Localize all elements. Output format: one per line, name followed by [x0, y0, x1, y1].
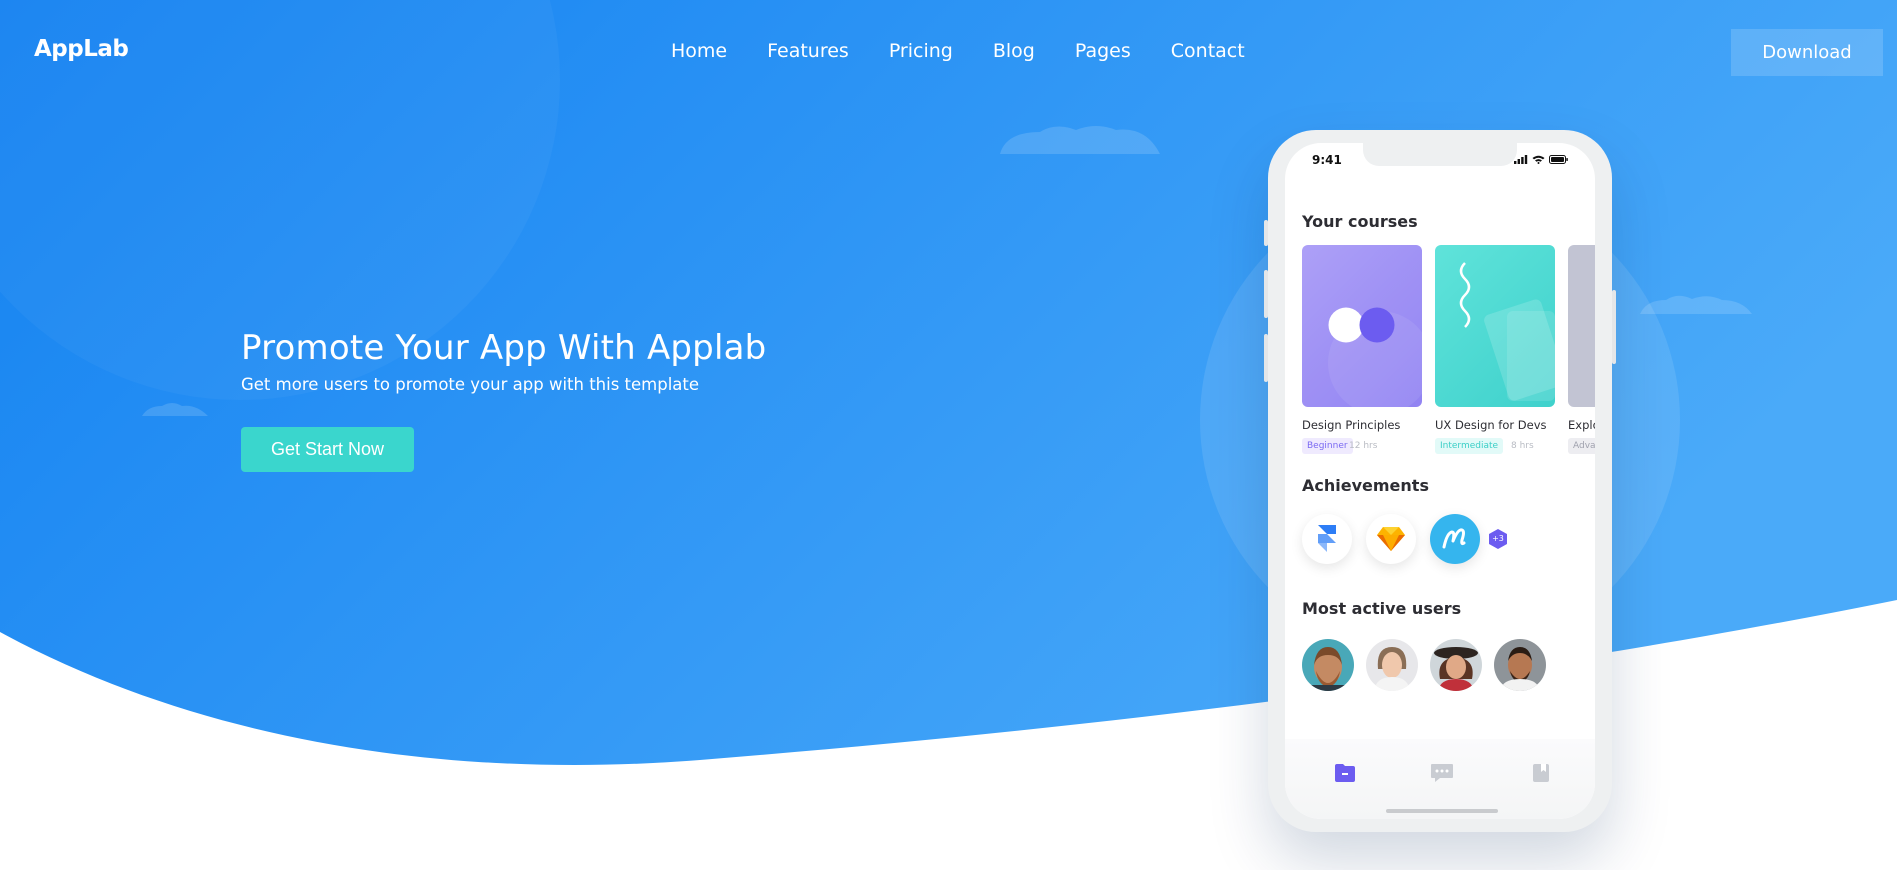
site-logo[interactable]: AppLab — [34, 36, 129, 62]
course-art-squiggle — [1459, 262, 1555, 401]
course-name: Design Principles — [1302, 418, 1401, 432]
signal-icon — [1514, 155, 1528, 164]
bookmarks-tab-icon[interactable] — [1532, 763, 1550, 783]
nav-link-blog[interactable]: Blog — [993, 40, 1035, 62]
course-hours: 8 hrs — [1511, 441, 1534, 451]
get-started-button[interactable]: Get Start Now — [241, 427, 414, 472]
user-avatar[interactable] — [1302, 639, 1354, 691]
nav-link-features[interactable]: Features — [767, 40, 849, 62]
more-achievements-count: +3 — [1492, 534, 1504, 543]
course-name: UX Design for Devs — [1435, 418, 1547, 432]
course-card-explore[interactable] — [1568, 245, 1595, 407]
phone-volume-down — [1264, 334, 1268, 382]
battery-icon — [1549, 155, 1568, 164]
more-achievements-badge[interactable]: +3 — [1487, 528, 1509, 550]
course-card-design-principles[interactable] — [1302, 245, 1422, 407]
phone-notch — [1363, 143, 1517, 166]
download-button[interactable]: Download — [1731, 29, 1883, 76]
wifi-icon — [1532, 155, 1545, 164]
course-hours: 12 hrs — [1349, 441, 1378, 451]
course-art-circles — [1302, 245, 1422, 407]
courses-tab-icon[interactable] — [1334, 763, 1356, 783]
status-icons — [1514, 155, 1568, 164]
hero-title: Promote Your App With Applab — [241, 328, 767, 368]
user-avatar[interactable] — [1430, 639, 1482, 691]
messages-tab-icon[interactable] — [1430, 763, 1454, 783]
achievements-title: Achievements — [1302, 476, 1429, 495]
hero-subtitle: Get more users to promote your app with … — [241, 375, 700, 394]
courses-title: Your courses — [1302, 212, 1418, 231]
phone-mockup: 9:41 Your courses Design Principles UX D… — [1264, 130, 1616, 832]
nav-link-pricing[interactable]: Pricing — [889, 40, 953, 62]
status-time: 9:41 — [1312, 153, 1342, 167]
phone-screen: 9:41 Your courses Design Principles UX D… — [1285, 143, 1595, 819]
nav-link-pages[interactable]: Pages — [1075, 40, 1131, 62]
user-avatar[interactable] — [1494, 639, 1546, 691]
sketch-icon[interactable] — [1366, 514, 1416, 564]
nav-link-contact[interactable]: Contact — [1171, 40, 1245, 62]
phone-tab-bar — [1285, 739, 1595, 819]
marvel-icon[interactable] — [1430, 514, 1480, 564]
user-avatar[interactable] — [1366, 639, 1418, 691]
course-level-badge: Beginner — [1302, 438, 1353, 454]
active-users-title: Most active users — [1302, 599, 1462, 618]
course-level-badge: Advan — [1568, 438, 1595, 454]
course-card-ux-design[interactable] — [1435, 245, 1555, 407]
main-nav: Home Features Pricing Blog Pages Contact — [671, 40, 1285, 62]
nav-link-home[interactable]: Home — [671, 40, 727, 62]
phone-mute-switch — [1264, 220, 1268, 246]
course-level-badge: Intermediate — [1435, 438, 1504, 454]
framer-icon[interactable] — [1302, 514, 1352, 564]
home-indicator — [1386, 809, 1498, 813]
phone-power-button — [1612, 290, 1616, 364]
phone-volume-up — [1264, 270, 1268, 318]
course-name: Explor — [1568, 418, 1595, 432]
